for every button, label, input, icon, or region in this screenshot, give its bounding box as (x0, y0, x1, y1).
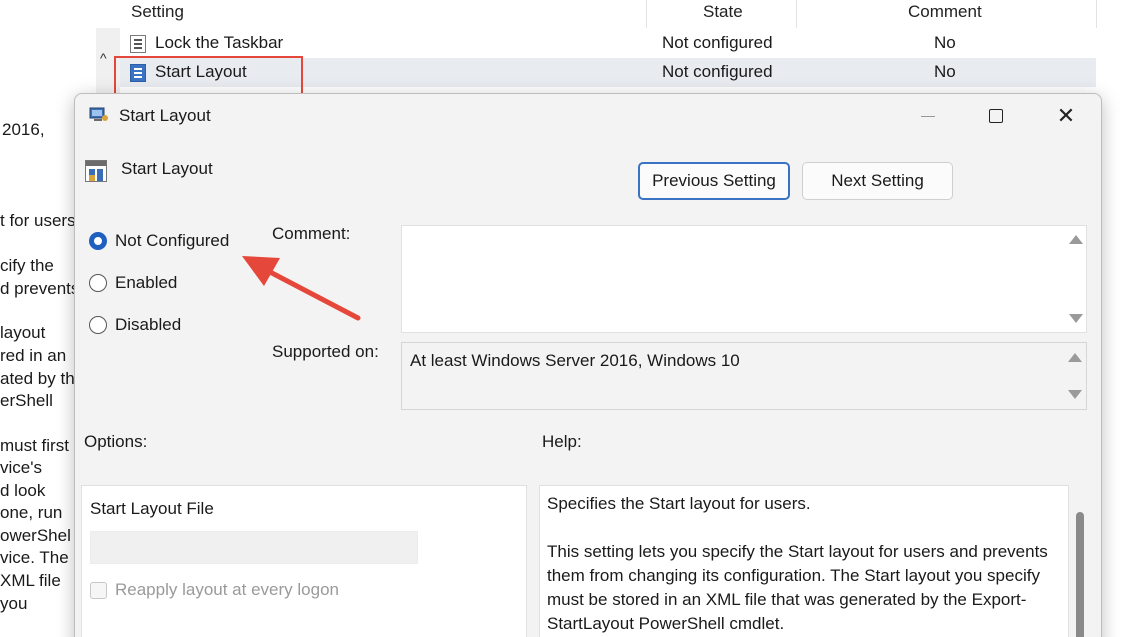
column-header-state[interactable]: State (703, 2, 743, 22)
scroll-down-arrow-icon[interactable] (1068, 390, 1082, 399)
radio-selected-icon (89, 232, 107, 250)
radio-not-configured[interactable]: Not Configured (89, 229, 229, 253)
radio-label: Enabled (115, 273, 178, 292)
radio-label: Disabled (115, 315, 182, 334)
policy-list-header: Setting State Comment (96, 0, 1132, 28)
bg-text-line: d look (0, 481, 46, 500)
bg-text-line: vice. The (0, 548, 69, 567)
supported-on-value: At least Windows Server 2016, Windows 10 (410, 351, 740, 370)
bg-text-line: owerShel (0, 526, 71, 545)
supported-on-field: At least Windows Server 2016, Windows 10 (401, 342, 1087, 410)
scroll-up-icon[interactable]: ^ (100, 50, 107, 66)
bg-text-line: ated by th (0, 369, 75, 388)
comment-label: Comment: (272, 224, 351, 243)
policy-row[interactable]: Lock the Taskbar Not configured No (120, 29, 1096, 58)
radio-enabled[interactable]: Enabled (89, 271, 177, 295)
bg-text-line: erShell (0, 391, 53, 410)
dialog-titlebar[interactable]: Start Layout ✕ (75, 94, 1101, 138)
help-paragraph: This setting lets you specify the Start … (547, 542, 1048, 633)
help-paragraph: Specifies the Start layout for users. (547, 494, 811, 513)
minimize-button[interactable] (893, 94, 963, 138)
policy-row-state: Not configured (662, 33, 773, 52)
options-label: Options: (84, 432, 148, 451)
help-text: Specifies the Start layout for users. Th… (547, 492, 1059, 637)
column-header-setting[interactable]: Setting (131, 2, 184, 22)
maximize-icon (989, 109, 1003, 123)
start-layout-file-label: Start Layout File (90, 499, 214, 518)
radio-label: Not Configured (115, 231, 230, 250)
bg-text-line: layout (0, 323, 46, 342)
options-panel: Start Layout File Reapply layout at ever… (81, 485, 527, 637)
help-scrollbar-thumb[interactable] (1076, 512, 1084, 637)
bg-text-line: must first (0, 436, 69, 455)
policy-name: Start Layout (121, 159, 213, 178)
group-policy-icon (89, 107, 108, 121)
bg-text-line: t for users (0, 211, 76, 230)
policy-row-comment: No (934, 62, 956, 81)
radio-unselected-icon (89, 274, 107, 292)
reapply-layout-label: Reapply layout at every logon (115, 580, 339, 599)
supported-on-scrollbar[interactable] (1062, 343, 1086, 409)
previous-setting-button[interactable]: Previous Setting (638, 162, 790, 200)
checkbox-icon (90, 581, 107, 599)
next-setting-button[interactable]: Next Setting (802, 162, 953, 200)
scroll-up-arrow-icon[interactable] (1068, 353, 1082, 362)
comment-scrollbar-wrap (401, 225, 1087, 333)
maximize-button[interactable] (961, 94, 1031, 138)
help-panel: Specifies the Start layout for users. Th… (539, 485, 1069, 637)
bg-text-line: one, run (0, 503, 63, 522)
close-button[interactable]: ✕ (1031, 94, 1101, 138)
dialog-title: Start Layout (119, 106, 211, 125)
radio-disabled[interactable]: Disabled (89, 313, 181, 337)
start-layout-dialog: Start Layout ✕ Start Layout Previous Set… (74, 93, 1102, 637)
close-icon: ✕ (1056, 103, 1076, 128)
bg-text-line: vice's (0, 458, 42, 477)
column-divider (796, 0, 797, 28)
column-divider (646, 0, 647, 28)
radio-unselected-icon (89, 316, 107, 334)
minimize-icon (921, 115, 935, 117)
supported-on-label: Supported on: (272, 342, 379, 361)
policy-setting-icon (130, 35, 146, 53)
scroll-up-arrow-icon[interactable] (1069, 235, 1083, 244)
annotation-highlight-box (114, 56, 303, 96)
background-explain-text: 2016, t for users cify the d prevents la… (0, 0, 80, 637)
bg-text-line: 2016, (2, 120, 45, 139)
policy-row-comment: No (934, 33, 956, 52)
help-label: Help: (542, 432, 582, 451)
reapply-layout-checkbox: Reapply layout at every logon (90, 580, 339, 600)
column-divider (1096, 0, 1097, 28)
policy-icon (85, 160, 107, 182)
bg-text-line: cify the (0, 256, 54, 275)
policy-row-state: Not configured (662, 62, 773, 81)
policy-row-name: Lock the Taskbar (155, 33, 284, 52)
bg-text-line: red in an (0, 346, 67, 365)
bg-text-line: XML file (0, 571, 61, 590)
column-header-comment[interactable]: Comment (908, 2, 982, 22)
start-layout-file-input (90, 531, 418, 564)
comment-scrollbar[interactable] (1063, 225, 1087, 333)
scroll-down-arrow-icon[interactable] (1069, 314, 1083, 323)
bg-text-line: d prevents (0, 279, 80, 298)
bg-text-line: you (0, 594, 28, 613)
